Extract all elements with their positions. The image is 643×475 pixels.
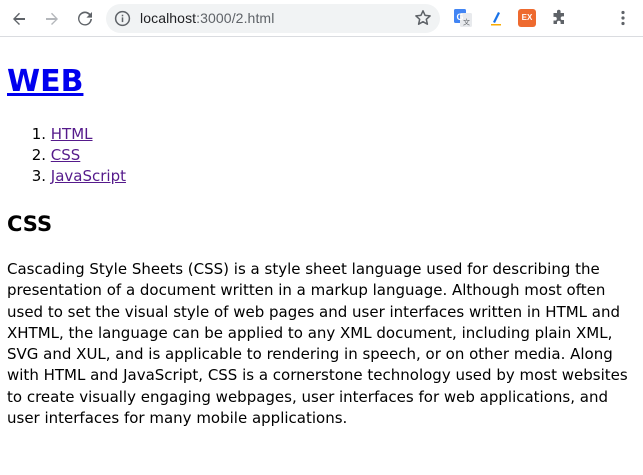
arrow-right-icon [46,12,58,25]
info-icon[interactable] [114,10,131,27]
browser-toolbar: localhost:3000/2.html G 文 EX [0,0,643,37]
back-button[interactable] [6,6,32,32]
arrow-left-icon [13,12,25,25]
site-title: WEB [7,63,83,101]
page-content: WEB 1. HTML 2. CSS 3. JavaScript CSS Cas… [0,37,643,475]
ex-extension-icon[interactable]: EX [518,9,536,27]
reload-button[interactable] [72,6,98,32]
list-item: 3. JavaScript [7,166,126,187]
site-title-link[interactable]: WEB [7,64,83,99]
forward-button[interactable] [39,6,65,32]
list-number: 1. [31,125,46,143]
section-title: CSS [7,212,53,236]
nav-link-css[interactable]: CSS [51,146,81,164]
nav-link-html[interactable]: HTML [51,125,93,143]
list-number: 3. [31,167,46,185]
url-host: localhost [140,10,197,26]
url-path: :3000/2.html [196,10,275,26]
article-paragraph: Cascading Style Sheets (CSS) is a style … [7,260,628,428]
nav-link-javascript[interactable]: JavaScript [51,167,126,185]
reload-icon [78,11,92,26]
topic-list: 1. HTML 2. CSS 3. JavaScript [7,124,126,187]
list-number: 2. [31,146,46,164]
url-text[interactable]: localhost:3000/2.html [140,4,274,33]
puzzle-icon[interactable] [550,9,568,27]
svg-text:文: 文 [463,18,470,27]
google-translate-icon[interactable]: G 文 [454,9,472,27]
list-item: 1. HTML [7,124,126,145]
pen-extension-icon[interactable] [487,9,505,27]
star-icon[interactable] [414,9,432,27]
kebab-menu-icon[interactable] [614,9,632,27]
address-bar[interactable]: localhost:3000/2.html [106,4,440,33]
list-item: 2. CSS [7,145,126,166]
